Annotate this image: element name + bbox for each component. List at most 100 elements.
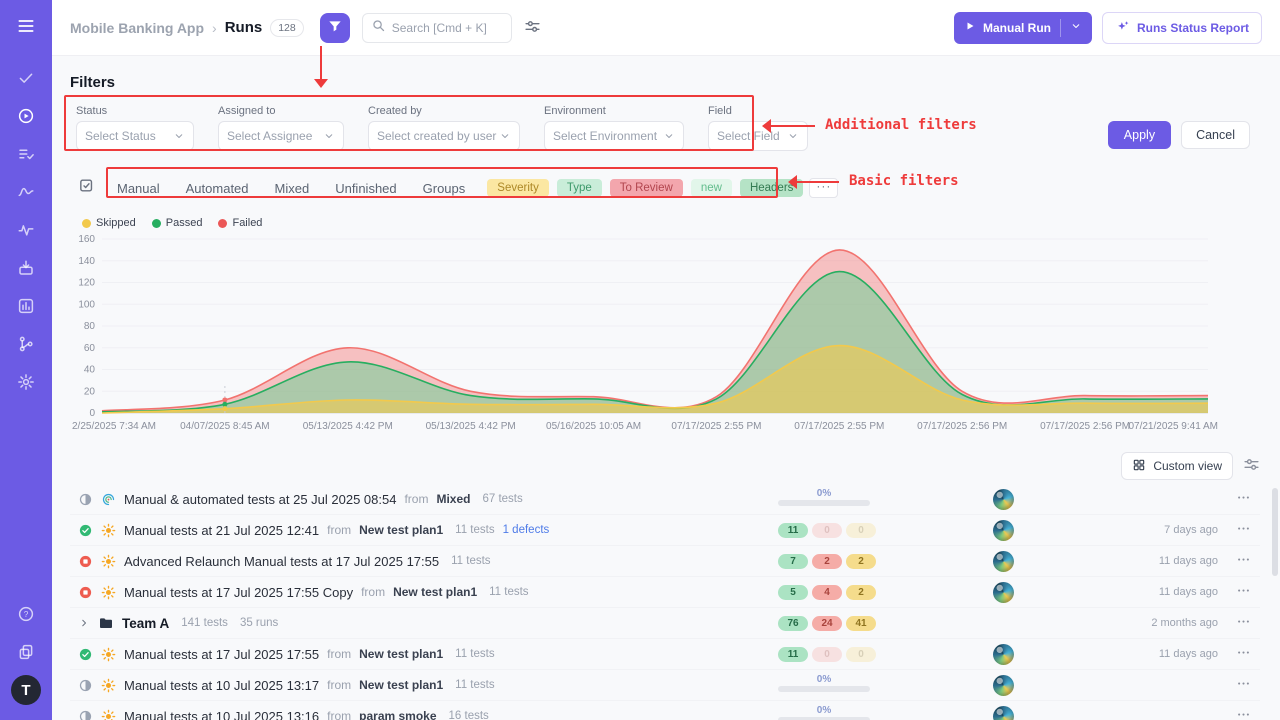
scrollbar[interactable] — [1272, 488, 1278, 576]
tag-new[interactable]: new — [691, 179, 732, 197]
sidebar-item-docs-copy[interactable] — [8, 634, 44, 670]
sidebar-item-pulse[interactable] — [8, 212, 44, 248]
run-row[interactable]: Manual tests at 10 Jul 2025 13:17from Ne… — [70, 670, 1260, 701]
filter-label: Created by — [368, 105, 520, 117]
tab-unfinished[interactable]: Unfinished — [335, 181, 396, 196]
run-row[interactable]: Manual & automated tests at 25 Jul 2025 … — [70, 484, 1260, 515]
sidebar-item-tasks-check[interactable] — [8, 60, 44, 96]
badge-passed: 11 — [778, 523, 808, 538]
badge-skipped: 0 — [846, 647, 876, 662]
svg-text:0: 0 — [89, 408, 95, 419]
row-menu-button[interactable] — [1228, 614, 1258, 632]
edit-view-button[interactable] — [78, 177, 95, 199]
badge-skipped: 0 — [846, 523, 876, 538]
tag-type[interactable]: Type — [557, 179, 602, 197]
run-row[interactable]: Manual tests at 21 Jul 2025 12:41from Ne… — [70, 515, 1260, 546]
runs-play-icon — [17, 107, 35, 125]
run-title[interactable]: Manual & automated tests at 25 Jul 2025 … — [124, 492, 396, 507]
sidebar-item-help[interactable]: ? — [8, 596, 44, 632]
sidebar-item-runs-play[interactable] — [8, 98, 44, 134]
chevron-down-icon — [173, 130, 185, 142]
svg-text:05/16/2025 10:05 AM: 05/16/2025 10:05 AM — [546, 421, 641, 432]
filters-toggle-button[interactable] — [320, 13, 350, 43]
filter-select[interactable]: Select Status — [76, 121, 194, 151]
tag-headers[interactable]: Headers — [740, 179, 803, 197]
group-title[interactable]: Team A — [122, 616, 169, 631]
run-row[interactable]: Advanced Relaunch Manual tests at 17 Jul… — [70, 546, 1260, 577]
tab-mixed[interactable]: Mixed — [275, 181, 310, 196]
sidebar-item-analytics-wave[interactable] — [8, 174, 44, 210]
filter-select[interactable]: Select Environment — [544, 121, 684, 151]
runs-status-report-button[interactable]: Runs Status Report — [1102, 12, 1262, 44]
search-settings-button[interactable] — [524, 18, 541, 38]
row-menu-button[interactable] — [1228, 521, 1258, 539]
badge-skipped: 2 — [846, 554, 876, 569]
search-box[interactable] — [362, 13, 512, 43]
filter-field-created-by: Created by Select created by user — [368, 105, 520, 151]
tag-to-review[interactable]: To Review — [610, 179, 683, 197]
row-menu-button[interactable] — [1228, 583, 1258, 601]
defects-link[interactable]: 1 defects — [503, 524, 550, 536]
filter-placeholder: Select created by user — [377, 129, 496, 143]
chevron-down-icon — [323, 130, 335, 142]
run-title[interactable]: Manual tests at 10 Jul 2025 13:17 — [124, 678, 319, 693]
row-menu-button[interactable] — [1228, 645, 1258, 663]
filter-select[interactable]: Select created by user — [368, 121, 520, 151]
svg-text:40: 40 — [84, 365, 96, 376]
status-passed-icon — [78, 523, 93, 538]
filter-select[interactable]: Select Assignee — [218, 121, 344, 151]
svg-text:100: 100 — [78, 299, 95, 310]
list-settings-button[interactable] — [1243, 456, 1260, 476]
run-row[interactable]: Team A 141 tests 35 runs 762441 2 months… — [70, 608, 1260, 639]
app-logo[interactable]: T — [8, 672, 44, 708]
row-menu-button[interactable] — [1228, 490, 1258, 508]
expand-chevron[interactable] — [78, 617, 90, 629]
tab-groups[interactable]: Groups — [423, 181, 466, 196]
tag-severity[interactable]: Severity — [487, 179, 549, 197]
custom-view-button[interactable]: Custom view — [1121, 452, 1233, 480]
tab-manual[interactable]: Manual — [117, 181, 160, 196]
manual-run-dropdown[interactable] — [1070, 20, 1082, 35]
run-progress: 0% — [778, 708, 870, 720]
status-inprogress-icon — [78, 492, 93, 507]
run-progress: 0% — [778, 677, 870, 693]
row-menu-button[interactable] — [1228, 707, 1258, 720]
row-menu-button[interactable] — [1228, 676, 1258, 694]
sidebar-item-import[interactable] — [8, 250, 44, 286]
time-ago: 11 days ago — [1078, 586, 1228, 598]
run-row[interactable]: Manual tests at 17 Jul 2025 17:55from Ne… — [70, 639, 1260, 670]
svg-text:04/07/2025 8:45 AM: 04/07/2025 8:45 AM — [180, 421, 270, 432]
run-title[interactable]: Manual tests at 10 Jul 2025 13:16 — [124, 709, 319, 720]
filter-placeholder: Select Field — [717, 129, 780, 143]
run-row[interactable]: Manual tests at 17 Jul 2025 17:55 Copyfr… — [70, 577, 1260, 608]
avatar — [993, 644, 1014, 665]
breadcrumb-project[interactable]: Mobile Banking App — [70, 20, 204, 36]
row-menu-button[interactable] — [1228, 552, 1258, 570]
filter-select[interactable]: Select Field — [708, 121, 808, 151]
run-title[interactable]: Advanced Relaunch Manual tests at 17 Jul… — [124, 554, 439, 569]
sidebar-item-settings-gear[interactable] — [8, 364, 44, 400]
sidebar: ? T — [0, 0, 52, 720]
tests-count: 11 tests — [455, 524, 494, 536]
run-row[interactable]: Manual tests at 10 Jul 2025 13:16from pa… — [70, 701, 1260, 720]
avatar — [993, 706, 1014, 720]
badge-failed: 4 — [812, 585, 842, 600]
apply-button[interactable]: Apply — [1108, 121, 1171, 149]
sidebar-item-test-plans[interactable] — [8, 136, 44, 172]
run-title[interactable]: Manual tests at 17 Jul 2025 17:55 Copy — [124, 585, 353, 600]
run-title[interactable]: Manual tests at 17 Jul 2025 17:55 — [124, 647, 319, 662]
badge-skipped: 41 — [846, 616, 876, 631]
search-input[interactable] — [392, 21, 503, 35]
sidebar-item-menu[interactable] — [8, 10, 44, 46]
svg-text:07/17/2025 2:55 PM: 07/17/2025 2:55 PM — [671, 421, 761, 432]
runs-area-chart: 0204060801001201401602/25/2025 7:34 AM04… — [70, 231, 1218, 437]
sidebar-item-reports-chart[interactable] — [8, 288, 44, 324]
run-title[interactable]: Manual tests at 21 Jul 2025 12:41 — [124, 523, 319, 538]
more-filters-button[interactable]: ··· — [809, 178, 838, 198]
cancel-button[interactable]: Cancel — [1181, 121, 1250, 149]
manual-run-button[interactable]: Manual Run — [954, 12, 1092, 44]
avatar — [993, 551, 1014, 572]
sidebar-item-branch[interactable] — [8, 326, 44, 362]
tab-automated[interactable]: Automated — [186, 181, 249, 196]
pulse-icon — [17, 221, 35, 239]
